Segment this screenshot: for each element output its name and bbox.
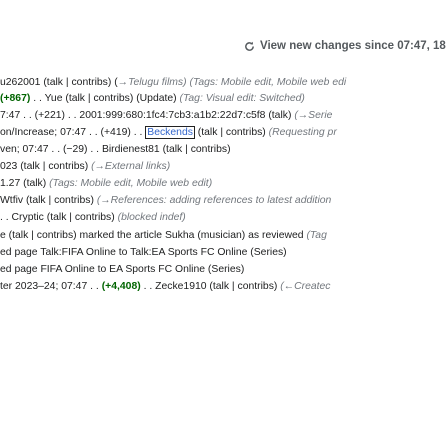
change-list-item: 7:47 . . (+221) . . 2001:999:680:1fc4:7c…	[0, 109, 332, 123]
change-text: ed page Talk:FIFA Online to Talk:EA Spor…	[0, 247, 287, 258]
byte-diff-positive: (+4,408)	[101, 281, 141, 292]
change-text: 7:47 . . (+221) . . 2001:999:680:1fc4:7c…	[0, 110, 295, 121]
edit-summary: (←Createc	[280, 281, 331, 292]
change-list-item: ed page Talk:FIFA Online to Talk:EA Spor…	[0, 246, 287, 260]
change-text: ter 2023–24; 07:47 . .	[0, 281, 102, 292]
change-list-item: 1.27 (talk) (Tags: Mobile edit, Mobile w…	[0, 177, 212, 191]
edit-summary: →Telugu films)	[117, 77, 187, 88]
refresh-icon	[244, 41, 255, 52]
change-text: 1.27 (talk)	[0, 178, 50, 189]
change-list-item: . . Cryptic (talk | contribs) (blocked i…	[0, 211, 186, 225]
edit-summary: (→Serie	[294, 110, 333, 121]
user-link-highlighted[interactable]: Beckends	[145, 126, 195, 139]
edit-summary: (Tags: Mobile edit, Mobile web edit)	[49, 178, 213, 189]
change-text: 023 (talk | contribs)	[0, 161, 92, 172]
change-list-item: e (talk | contribs) marked the article S…	[0, 229, 327, 243]
change-list-item: ed page FIFA Online to EA Sports FC Onli…	[0, 263, 244, 277]
byte-diff-positive: (+867)	[0, 93, 31, 104]
edit-summary: (Requesting pr	[268, 127, 337, 138]
change-text: (talk | contribs)	[194, 127, 269, 138]
edit-summary: (blocked indef)	[117, 212, 186, 223]
change-list-item: Wtfiv (talk | contribs) (→References: ad…	[0, 194, 331, 208]
change-list-item: (+867) . . Yue (talk | contribs) (Update…	[0, 92, 305, 106]
edit-summary: (→External links)	[91, 161, 171, 172]
change-text: (talk	[43, 77, 63, 88]
change-list-item: on/Increase; 07:47 . . (+419) . . Becken…	[0, 126, 337, 140]
change-text: on/Increase; 07:47 . . (+419) . .	[0, 127, 146, 138]
change-text: ven; 07:47 . . (−29) . . Birdienest81 (t…	[0, 144, 231, 155]
view-new-changes-link[interactable]: View new changes since 07:47, 18 Ja	[244, 40, 448, 52]
change-text: . . Zecke1910 (talk | contribs)	[140, 281, 281, 292]
change-text: contribs)	[71, 77, 112, 88]
view-new-changes-label: View new changes since 07:47, 18 Ja	[260, 40, 448, 52]
edit-summary: (Tag	[306, 230, 327, 241]
change-text: . . Cryptic (talk | contribs)	[0, 212, 118, 223]
edit-summary: (Tag: Visual edit: Switched)	[179, 93, 305, 104]
change-text: u262001	[0, 77, 44, 88]
edit-summary: (Tags: Mobile edit, Mobile web edi	[186, 77, 347, 88]
edit-summary: (→References: adding references to lates…	[96, 195, 332, 206]
change-text: Wtfiv (talk | contribs)	[0, 195, 97, 206]
change-list-item: 023 (talk | contribs) (→External links)	[0, 160, 170, 174]
change-list-item: ven; 07:47 . . (−29) . . Birdienest81 (t…	[0, 143, 231, 157]
change-text: . . Yue (talk | contribs) (Update)	[30, 93, 180, 104]
change-text: e (talk | contribs) marked the article S…	[0, 230, 307, 241]
change-text: ed page FIFA Online to EA Sports FC Onli…	[0, 264, 245, 275]
change-list-item: u262001 (talk | contribs) (→Telugu films…	[0, 76, 346, 90]
change-list-item: ter 2023–24; 07:47 . . (+4,408) . . Zeck…	[0, 280, 331, 294]
